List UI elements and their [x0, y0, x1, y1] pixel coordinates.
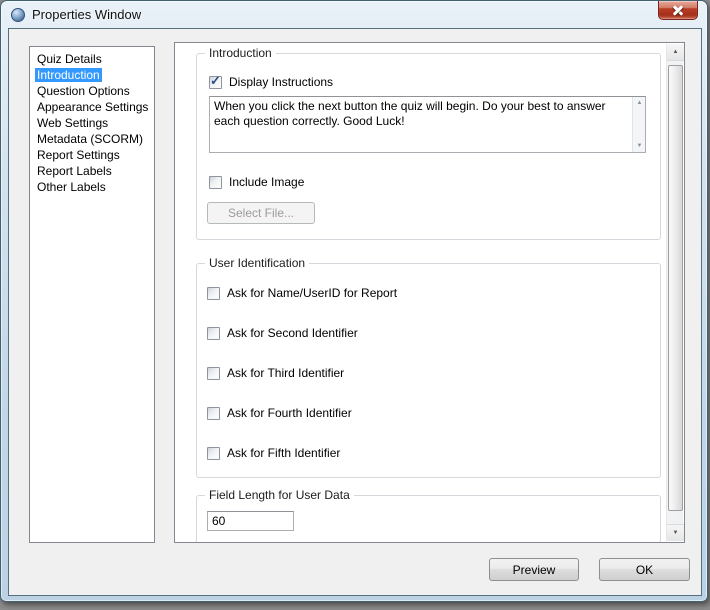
identifier-checkbox[interactable]: ✓	[207, 447, 220, 460]
sidebar-item-label: Web Settings	[35, 116, 110, 130]
sidebar-item-label: Metadata (SCORM)	[35, 132, 145, 146]
check-icon: ✓	[210, 74, 221, 87]
textarea-scrollbar[interactable]: ▲ ▼	[632, 97, 645, 152]
sidebar-item[interactable]: Other Labels	[30, 179, 154, 195]
dialog-body: Quiz Details Introduction Question Optio…	[8, 28, 702, 596]
sidebar-item-label: Report Settings	[35, 148, 122, 162]
titlebar[interactable]: Properties Window	[1, 1, 707, 28]
scroll-up-icon: ▲	[667, 44, 684, 61]
sidebar-item[interactable]: Appearance Settings	[30, 99, 154, 115]
close-icon	[672, 4, 684, 16]
identifier-checkbox-label: Ask for Second Identifier	[227, 326, 358, 340]
identifier-checkbox-row: ✓ Ask for Fifth Identifier	[207, 445, 660, 461]
identifier-checkbox-label: Ask for Name/UserID for Report	[227, 286, 397, 300]
sidebar-item[interactable]: Introduction	[30, 67, 154, 83]
identifier-checkbox[interactable]: ✓	[207, 287, 220, 300]
select-file-button[interactable]: Select File...	[207, 202, 315, 224]
identifier-checkbox-label: Ask for Fourth Identifier	[227, 406, 352, 420]
window-title: Properties Window	[32, 7, 141, 22]
include-image-label: Include Image	[229, 175, 304, 189]
scroll-down-icon[interactable]: ▼	[633, 143, 646, 149]
user-identification-group-title: User Identification	[205, 256, 309, 270]
close-button[interactable]	[658, 1, 698, 20]
identifier-checkbox-label: Ask for Fifth Identifier	[227, 446, 340, 460]
globe-icon	[11, 8, 25, 22]
preview-button[interactable]: Preview	[489, 558, 579, 581]
sidebar-item-label: Question Options	[35, 84, 132, 98]
identifier-checkbox-row: ✓ Ask for Third Identifier	[207, 365, 660, 381]
sidebar-item-label: Quiz Details	[35, 52, 104, 66]
scroll-down-button[interactable]: ▼	[667, 524, 684, 541]
sidebar-item[interactable]: Question Options	[30, 83, 154, 99]
scroll-up-button[interactable]: ▲	[667, 44, 684, 61]
instructions-textarea[interactable]: When you click the next button the quiz …	[209, 96, 646, 153]
scrollbar-thumb[interactable]	[668, 65, 683, 511]
field-length-group-title: Field Length for User Data	[205, 488, 354, 502]
sidebar-item-label: Appearance Settings	[35, 100, 150, 114]
identifier-checkbox-row: ✓ Ask for Fourth Identifier	[207, 405, 660, 421]
sidebar-item[interactable]: Report Labels	[30, 163, 154, 179]
identifier-checkbox[interactable]: ✓	[207, 367, 220, 380]
sidebar-item[interactable]: Quiz Details	[30, 51, 154, 67]
display-instructions-label: Display Instructions	[229, 75, 333, 89]
identifier-checkbox-row: ✓ Ask for Name/UserID for Report	[207, 285, 660, 301]
sidebar-item[interactable]: Report Settings	[30, 147, 154, 163]
sidebar-item-label: Other Labels	[35, 180, 108, 194]
display-instructions-checkbox[interactable]: ✓	[209, 76, 222, 89]
include-image-checkbox[interactable]: ✓	[209, 176, 222, 189]
identifier-checkbox-row: ✓ Ask for Second Identifier	[207, 325, 660, 341]
ok-button[interactable]: OK	[599, 558, 690, 581]
identifier-checkbox-label: Ask for Third Identifier	[227, 366, 344, 380]
sidebar-item-label: Report Labels	[35, 164, 114, 178]
field-length-input[interactable]	[207, 511, 294, 531]
identifier-checkbox[interactable]: ✓	[207, 407, 220, 420]
sidebar-item[interactable]: Metadata (SCORM)	[30, 131, 154, 147]
instructions-text: When you click the next button the quiz …	[210, 97, 631, 131]
scroll-down-icon: ▼	[667, 525, 684, 542]
identifier-checkbox[interactable]: ✓	[207, 327, 220, 340]
sidebar-list: Quiz Details Introduction Question Optio…	[29, 46, 155, 543]
introduction-group: Introduction ✓ Display Instructions When…	[196, 53, 661, 240]
panel-scrollbar[interactable]: ▲ ▼	[666, 44, 683, 541]
display-instructions-row: ✓ Display Instructions	[209, 74, 333, 90]
sidebar-item[interactable]: Web Settings	[30, 115, 154, 131]
user-identification-group: User Identification ✓ Ask for Name/UserI…	[196, 263, 661, 478]
main-panel: Introduction ✓ Display Instructions When…	[174, 42, 685, 543]
sidebar-item-label: Introduction	[35, 68, 102, 82]
scroll-up-icon[interactable]: ▲	[633, 100, 646, 106]
include-image-row: ✓ Include Image	[209, 174, 304, 190]
introduction-group-title: Introduction	[205, 46, 276, 60]
field-length-group: Field Length for User Data	[196, 495, 661, 543]
properties-window: Properties Window Quiz Details Introduct…	[0, 0, 708, 602]
